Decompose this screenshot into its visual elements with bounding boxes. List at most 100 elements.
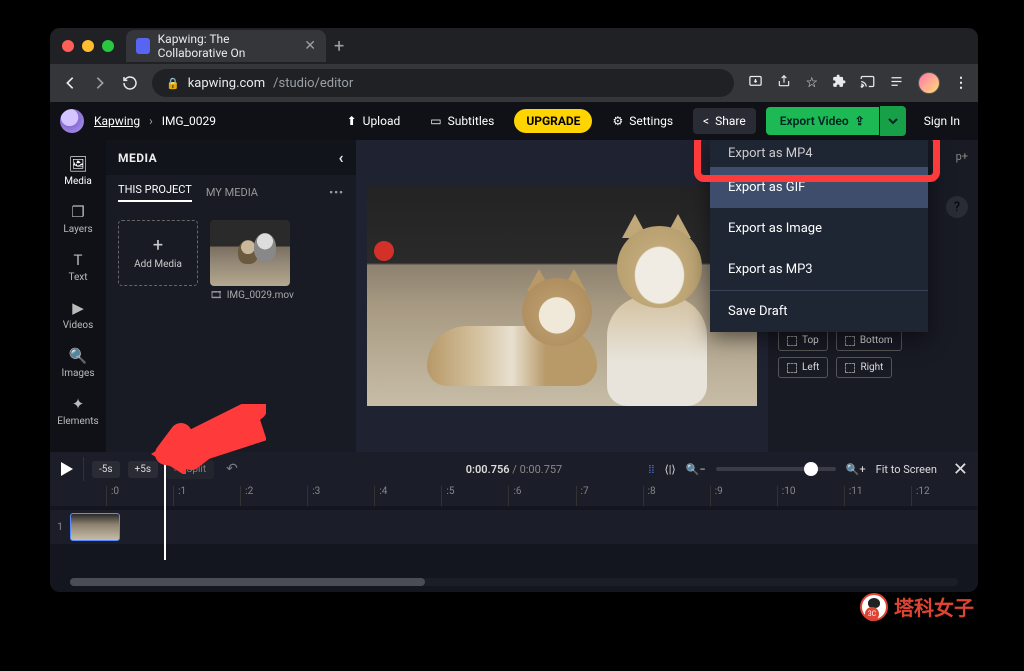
export-dropdown-menu: Export as MP4 Export as GIF Export as Im… [710,140,928,332]
play-button[interactable] [60,457,84,481]
close-window-icon[interactable] [62,40,74,52]
rail-media[interactable]: 🖼Media [50,148,106,194]
app: Kapwing › IMG_0029 ⬆Upload ▭Subtitles UP… [50,102,978,592]
more-icon[interactable]: ••• [329,186,344,199]
square-icon [845,336,855,346]
square-icon [845,363,855,373]
new-tab-button[interactable]: + [334,36,344,57]
watermark: 塔科女子 [860,592,974,621]
skip-fwd-button[interactable]: +5s [128,461,158,478]
upload-button[interactable]: ⬆Upload [337,108,411,134]
pad-bottom-button[interactable]: Bottom [836,330,902,351]
export-mp3-item[interactable]: Export as MP3 [710,249,928,290]
app-body: 🖼Media ❐Layers TText ▶Videos 🔍Images ✦El… [50,140,978,452]
export-image-item[interactable]: Export as Image [710,208,928,249]
install-icon[interactable] [748,74,763,93]
share-icon[interactable] [777,74,791,92]
rail-images[interactable]: 🔍Images [50,340,106,386]
canvas[interactable] [356,140,768,452]
track-number: 1 [50,522,70,533]
video-clip[interactable] [70,513,120,541]
pad-left-button[interactable]: Left [778,357,828,378]
cast-icon[interactable] [860,74,875,93]
pad-right-button[interactable]: Right [836,357,892,378]
undo-button[interactable]: ↶ [222,457,242,481]
sign-in-button[interactable]: Sign In [916,108,968,134]
watermark-icon [860,593,888,621]
kapwing-avatar[interactable] [60,109,84,133]
export-dropdown-toggle[interactable] [880,106,906,136]
tab-this-project[interactable]: THIS PROJECT [118,183,192,202]
subtitles-button[interactable]: ▭Subtitles [420,108,504,134]
export-mp4-item[interactable]: Export as MP4 [710,140,928,167]
square-icon [787,363,797,373]
lock-icon: 🔒 [166,77,180,90]
watermark-text: 塔科女子 [894,592,974,621]
add-media-button[interactable]: + Add Media [118,220,198,286]
browser-window: Kapwing: The Collaborative On ✕ + 🔒 kapw… [50,28,978,592]
breadcrumb-file[interactable]: IMG_0029 [162,114,216,128]
rail-text[interactable]: TText [50,244,106,290]
tab-my-media[interactable]: MY MEDIA [206,186,258,199]
address-bar[interactable]: 🔒 kapwing.com/studio/editor [152,69,734,97]
media-panel-header: MEDIA ‹ [106,140,356,175]
rail-elements[interactable]: ✦Elements [50,388,106,434]
magnet-icon[interactable]: ⁞⁞ [648,463,654,476]
timeline-scrollbar[interactable] [70,578,958,586]
upload-icon: ⬆ [347,114,357,128]
media-thumbnail [210,220,290,286]
url-domain: kapwing.com [188,76,265,91]
rail-layers[interactable]: ❐Layers [50,196,106,242]
playhead[interactable] [164,452,166,560]
zoom-slider[interactable] [716,467,836,471]
rail-videos[interactable]: ▶Videos [50,292,106,338]
tab-title: Kapwing: The Collaborative On [158,32,297,60]
split-button[interactable]: ✂Split [166,460,214,479]
breadcrumb-root[interactable]: Kapwing [94,114,140,128]
timeline: -5s +5s ✂Split ↶ 0:00.756 / 0:00.757 ⁞⁞ … [50,452,978,592]
close-tab-icon[interactable]: ✕ [304,38,316,54]
menu-icon[interactable]: ⋮ [954,75,966,91]
export-out-icon: ⇪ [855,114,865,128]
favicon-icon [136,38,150,54]
video-preview[interactable] [367,186,757,406]
help-button[interactable]: ? [946,196,968,218]
browser-tab[interactable]: Kapwing: The Collaborative On ✕ [126,30,326,62]
profile-avatar[interactable] [918,72,940,94]
export-video-button[interactable]: Export Video ⇪ [766,107,879,135]
export-gif-item[interactable]: Export as GIF [710,167,928,208]
snap-icon[interactable]: ⟨|⟩ [664,463,675,476]
tracks-area[interactable]: 1 [50,506,978,592]
fit-to-screen-button[interactable]: Fit to Screen [876,463,937,476]
subtitles-icon: ▭ [430,114,441,128]
reading-list-icon[interactable] [889,74,904,93]
collapse-panel-icon[interactable]: ‹ [339,148,345,167]
media-item[interactable]: 🎞IMG_0029.mov [210,220,294,301]
zoom-out-icon[interactable]: 🔍− [686,463,706,476]
upgrade-button[interactable]: UPGRADE [514,109,592,133]
share-button[interactable]: <Share [693,108,756,134]
minimize-window-icon[interactable] [82,40,94,52]
reload-button[interactable] [122,75,138,91]
titlebar: Kapwing: The Collaborative On ✕ + [50,28,978,64]
skip-back-button[interactable]: -5s [92,461,120,478]
images-icon: 🔍 [69,347,88,365]
back-button[interactable] [62,75,78,91]
pad-top-button[interactable]: Top [778,330,828,351]
close-timeline-icon[interactable]: ✕ [953,459,968,480]
time-ruler[interactable]: :0 :1 :2 :3 :4 :5 :6 :7 :8 :9 :10 :11 :1… [50,486,978,506]
elements-icon: ✦ [72,395,85,413]
timeline-controls: -5s +5s ✂Split ↶ 0:00.756 / 0:00.757 ⁞⁞ … [50,452,978,486]
extensions-icon[interactable] [832,74,846,92]
maximize-window-icon[interactable] [102,40,114,52]
square-icon [787,336,797,346]
url-path: /studio/editor [273,76,353,91]
text-icon: T [74,251,83,269]
zoom-in-icon[interactable]: 🔍+ [846,463,866,476]
save-draft-item[interactable]: Save Draft [710,290,928,332]
bookmark-icon[interactable]: ☆ [805,75,818,91]
plus-icon: + [153,237,163,255]
track-row[interactable]: 1 [50,510,978,544]
settings-button[interactable]: ⚙Settings [602,108,683,134]
forward-button[interactable] [92,75,108,91]
